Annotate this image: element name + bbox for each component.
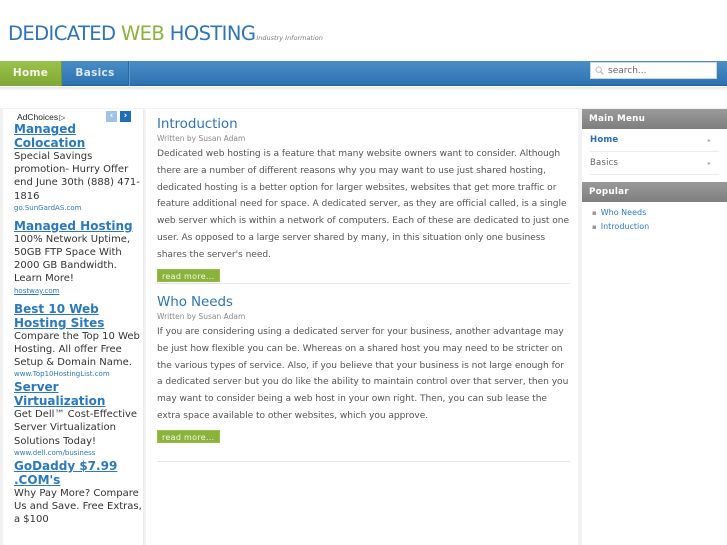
article-title-link[interactable]: Introduction [157,116,570,133]
ad-next-button[interactable]: › [120,111,131,122]
adchoices-label[interactable]: AdChoices▷ [17,112,65,122]
nav-shadow [0,87,727,91]
ad-title-link[interactable]: Managed Hosting [14,219,142,233]
logo-text-dedicated: DEDICATED [8,22,121,45]
article-author: Written by Susan Adam [157,312,246,321]
search-input[interactable] [608,63,714,78]
right-sidebar: Main Menu Home ▸ Basics ▸ Popular ▪ Who N… [582,109,727,545]
ad-item: Managed Hosting 100% Network Uptime, 50G… [14,219,142,297]
popular-item-link[interactable]: ▪ Who Needs [592,206,727,220]
chevron-left-icon: ‹ [109,111,114,121]
popular-heading: Popular [582,182,727,202]
article-author: Written by Susan Adam [157,134,246,143]
popular-list: ▪ Who Needs ▪ Introduction [582,202,727,234]
ad-title-link[interactable]: GoDaddy $7.99 .COM's [14,459,142,487]
ad-description: Get Dell™ Cost-Effective Server Virtuali… [14,409,138,447]
ad-item: GoDaddy $7.99 .COM's Why Pay More? Compa… [14,459,142,527]
popular-item-label: Who Needs [600,208,647,217]
article-body: If you are considering using a dedicated… [157,327,569,421]
ad-item: Best 10 Web Hosting Sites Compare the To… [14,302,142,381]
menu-item-home[interactable]: Home ▸ [590,129,719,152]
main-menu-heading: Main Menu [582,109,727,129]
logo-text-web: WEB [121,22,165,45]
chevron-right-icon: › [123,111,128,121]
menu-item-basics[interactable]: Basics ▸ [590,152,719,175]
ad-column: AdChoices▷ ‹ › Managed Colocation Specia… [3,109,144,545]
nav-item-basics[interactable]: Basics [62,61,129,86]
ad-list: Managed Colocation Special Savings promo… [14,122,142,526]
main-content: Introduction Written by Susan Adam Dedic… [146,109,578,545]
adchoices-text: AdChoices [17,112,59,122]
ad-title-link[interactable]: Server Virtualization [14,380,142,408]
bullet-icon: ▪ [592,223,597,231]
ad-description: Why Pay More? Compare Us and Save. Free … [14,487,142,526]
chevron-right-icon: ▸ [707,137,711,144]
article-divider [157,283,570,284]
article-divider [157,461,570,462]
article-title-link[interactable]: Who Needs [157,294,570,311]
bullet-icon: ▪ [592,209,597,217]
chevron-right-icon: ▸ [707,160,711,167]
search-icon [595,66,604,75]
logo-text-hosting: HOSTING [164,22,256,45]
ad-url-link[interactable]: www.Top10HostingList.com [14,369,142,380]
ad-url-link[interactable]: go.SunGardAS.com [14,203,142,214]
read-more-button[interactable]: read more... [157,268,220,282]
read-more-button[interactable]: read more... [157,429,220,443]
adchoices-icon: ▷ [59,113,66,122]
menu-item-label: Basics [590,158,619,168]
article-body: Dedicated web hosting is a feature that … [157,149,570,260]
site-header: DEDICATED WEB HOSTINGIndustry Informatio… [0,0,727,61]
popular-item-label: Introduction [600,222,650,231]
site-logo[interactable]: DEDICATED WEB HOSTINGIndustry Informatio… [8,22,323,45]
ad-description: 100% Network Uptime, 50GB FTP Space With… [14,233,131,285]
ad-prev-button[interactable]: ‹ [106,111,117,122]
popular-item-link[interactable]: ▪ Introduction [592,220,727,234]
menu-item-label: Home [590,135,619,145]
main-menu: Home ▸ Basics ▸ [582,129,727,175]
ad-item: Managed Colocation Special Savings promo… [14,122,142,214]
search-box[interactable] [590,62,717,79]
site-tagline: Industry Information [256,34,323,42]
ad-description: Special Savings promotion- Hurry Offer e… [14,151,140,202]
ad-url-link[interactable]: www.dell.com/business [14,448,142,459]
ad-url-link[interactable]: hostway.com [14,286,142,297]
ad-description: Compare the Top 10 Web Hosting. All offe… [14,330,140,369]
ad-title-link[interactable]: Managed Colocation [14,122,142,150]
ad-item: Server Virtualization Get Dell™ Cost-Eff… [14,380,142,459]
article: Who Needs Written by Susan Adam If you a… [157,294,570,444]
ad-title-link[interactable]: Best 10 Web Hosting Sites [14,302,142,330]
nav-item-home[interactable]: Home [0,61,62,86]
article: Introduction Written by Susan Adam Dedic… [157,116,570,283]
